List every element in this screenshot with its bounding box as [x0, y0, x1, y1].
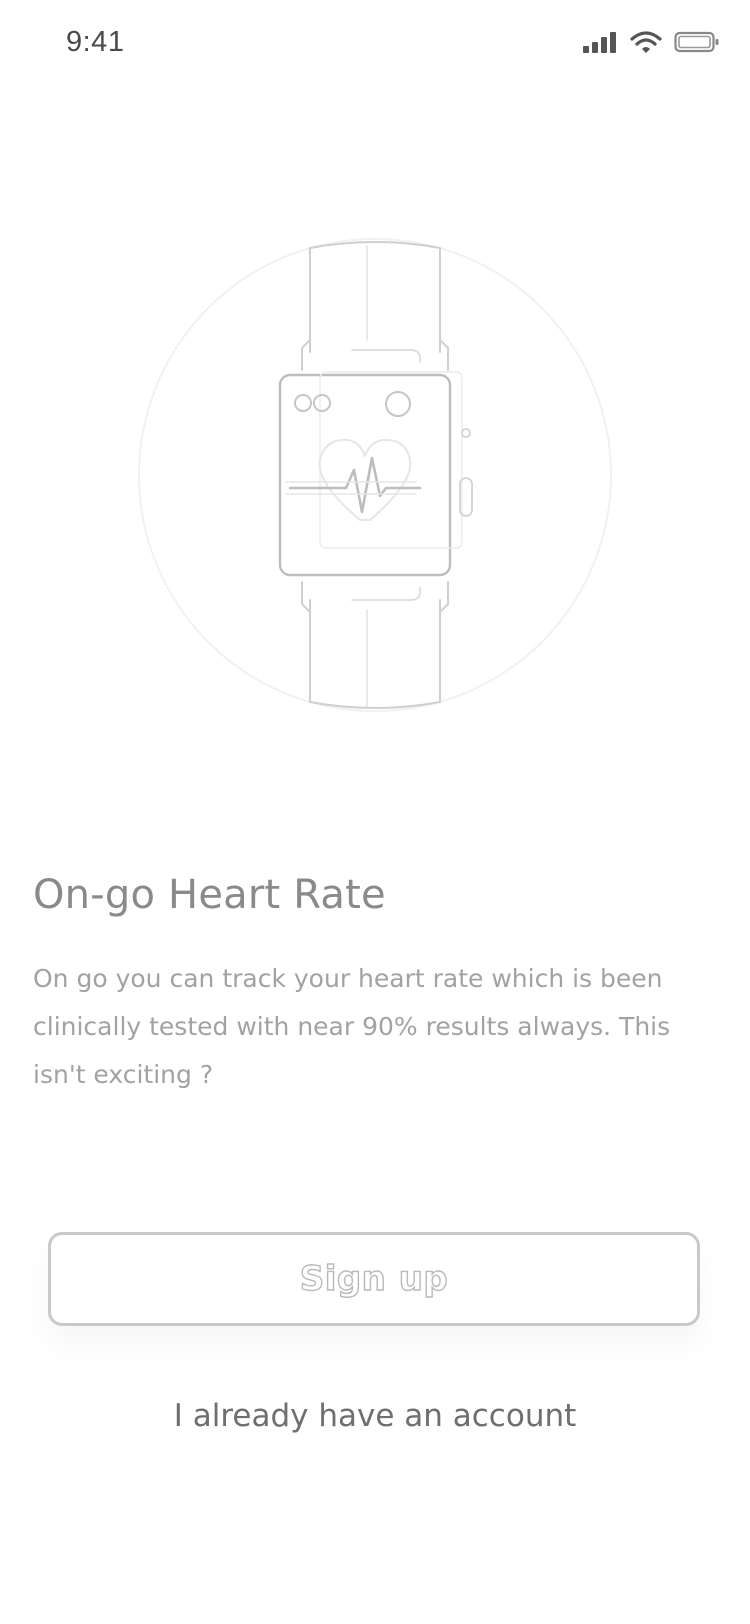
cellular-signal-icon	[582, 30, 618, 54]
existing-account-link[interactable]: I already have an account	[0, 1398, 750, 1434]
signup-button-label: Sign up	[299, 1258, 449, 1299]
onboarding-description: On go you can track your heart rate whic…	[33, 964, 671, 1089]
status-time: 9:41	[66, 26, 125, 58]
wifi-icon	[630, 30, 662, 54]
status-bar: 9:41	[0, 0, 750, 90]
signup-button[interactable]: Sign up	[48, 1232, 700, 1326]
onboarding-title: On-go Heart Rate	[33, 872, 386, 918]
smartwatch-heart-rate-icon	[120, 220, 620, 720]
status-icons	[582, 30, 720, 54]
battery-icon	[674, 30, 720, 54]
